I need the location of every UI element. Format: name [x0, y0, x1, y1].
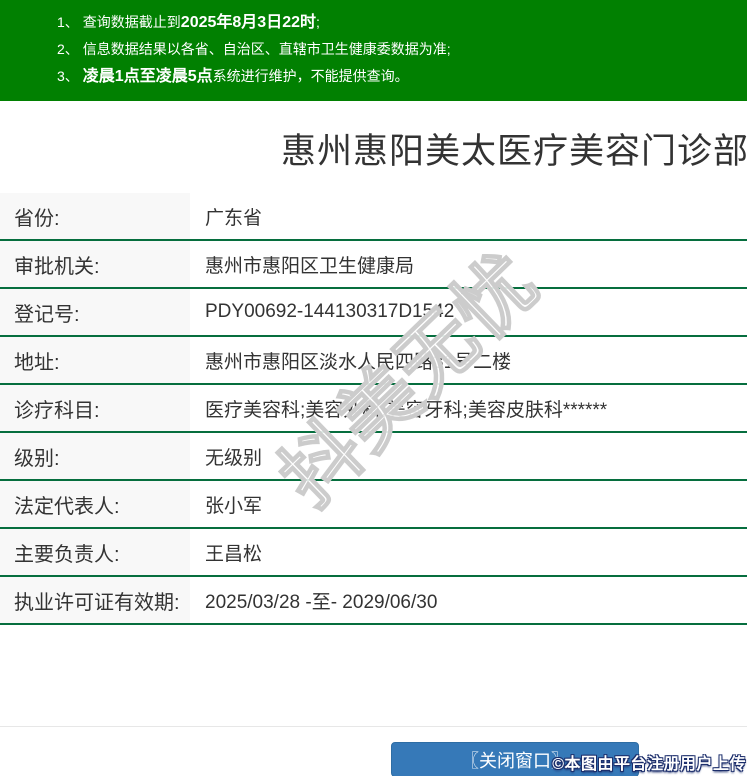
table-row-departments: 诊疗科目: 医疗美容科;美容外科;美容牙科;美容皮肤科****** [0, 385, 747, 433]
notice-line-3: 3、 凌晨1点至凌晨5点系统进行维护，不能提供查询。 [57, 63, 747, 90]
row-label: 登记号: [0, 289, 190, 335]
row-label: 主要负责人: [0, 529, 190, 575]
row-label: 诊疗科目: [0, 385, 190, 431]
notice-text-bold: 2025年8月3日22时 [180, 14, 316, 31]
notice-bar: 1、 查询数据截止到2025年8月3日22时; 2、 信息数据结果以各省、自治区、直… [0, 0, 747, 101]
row-label: 执业许可证有效期: [0, 577, 190, 623]
table-row-license-validity: 执业许可证有效期: 2025/03/28 -至- 2029/06/30 [0, 577, 747, 625]
notice-text: ; [316, 14, 320, 30]
row-value: 王昌松 [190, 529, 747, 575]
row-label: 省份: [0, 193, 190, 239]
row-label: 法定代表人: [0, 481, 190, 527]
notice-line-1: 1、 查询数据截止到2025年8月3日22时; [57, 9, 747, 36]
row-label: 审批机关: [0, 241, 190, 287]
page-title: 惠州惠阳美太医疗美容门诊部 [280, 132, 747, 171]
notice-number: 1、 [57, 14, 79, 30]
notice-number: 3、 [57, 68, 79, 84]
table-row-level: 级别: 无级别 [0, 433, 747, 481]
notice-text: 信息数据结果以各省、自治区、直辖市卫生健康委数据为准; [82, 41, 451, 57]
row-value: 张小军 [190, 481, 747, 527]
row-value: 医疗美容科;美容外科;美容牙科;美容皮肤科****** [190, 385, 747, 431]
table-row-principal: 主要负责人: 王昌松 [0, 529, 747, 577]
row-value: 广东省 [190, 193, 747, 239]
row-value: PDY00692-144130317D1542 [190, 289, 747, 335]
notice-text: 系统进行维护，不能提供查询。 [212, 68, 409, 84]
row-label: 地址: [0, 337, 190, 383]
table-row-approval-authority: 审批机关: 惠州市惠阳区卫生健康局 [0, 241, 747, 289]
notice-number: 2、 [57, 41, 79, 57]
table-row-address: 地址: 惠州市惠阳区淡水人民四路31号二楼 [0, 337, 747, 385]
row-value: 无级别 [190, 433, 747, 479]
row-label: 级别: [0, 433, 190, 479]
notice-text-bold: 凌晨1点至凌晨5点 [82, 68, 213, 85]
row-value: 2025/03/28 -至- 2029/06/30 [190, 577, 747, 623]
footer: 〖关闭窗口〗 [0, 727, 747, 776]
close-window-button[interactable]: 〖关闭窗口〗 [391, 742, 639, 776]
notice-text: 查询数据截止到 [82, 14, 181, 30]
table-row-registration-number: 登记号: PDY00692-144130317D1542 [0, 289, 747, 337]
table-row-legal-representative: 法定代表人: 张小军 [0, 481, 747, 529]
row-value: 惠州市惠阳区淡水人民四路31号二楼 [190, 337, 747, 383]
notice-line-2: 2、 信息数据结果以各省、自治区、直辖市卫生健康委数据为准; [57, 36, 747, 63]
row-value: 惠州市惠阳区卫生健康局 [190, 241, 747, 287]
page-container: 1、 查询数据截止到2025年8月3日22时; 2、 信息数据结果以各省、自治区、直… [0, 0, 747, 776]
info-table: 省份: 广东省 审批机关: 惠州市惠阳区卫生健康局 登记号: PDY00692-… [0, 193, 747, 625]
table-row-province: 省份: 广东省 [0, 193, 747, 241]
page-viewport: 1、 查询数据截止到2025年8月3日22时; 2、 信息数据结果以各省、自治区、直… [0, 0, 747, 776]
